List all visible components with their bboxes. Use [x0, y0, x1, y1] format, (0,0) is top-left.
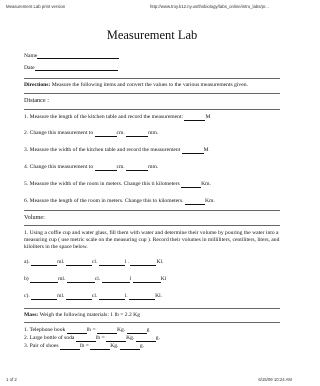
date-blank[interactable] [34, 65, 118, 71]
distance-item-2: 2. Change this measurement to cm. mm. [24, 130, 159, 137]
divider [24, 225, 280, 226]
name-blank[interactable] [37, 53, 120, 59]
answer-blank[interactable] [129, 294, 156, 300]
volume-row-b: b) ml. cl. l Kl [24, 276, 167, 283]
answer-blank[interactable] [94, 165, 117, 171]
distance-item-3: 3. Measure the width of the kitchen tabl… [24, 147, 209, 154]
answer-blank[interactable] [126, 131, 149, 137]
answer-blank[interactable] [90, 344, 111, 350]
answer-blank[interactable] [135, 336, 156, 342]
answer-blank[interactable] [98, 294, 125, 300]
answer-blank[interactable] [66, 328, 87, 334]
name-label: Name [24, 53, 38, 59]
volume-instructions: 1. Using a coffie cup and water glass, f… [24, 230, 280, 250]
divider [24, 78, 280, 79]
answer-blank[interactable] [132, 277, 161, 283]
date-field: Date [24, 65, 280, 71]
directions-label: Directions: [24, 82, 51, 88]
volume-row-c: c). ml. cl. l. Kl. [24, 293, 163, 300]
answer-blank[interactable] [65, 294, 92, 300]
distance-item-6: 6. Measure the length of the room in met… [24, 198, 215, 205]
mass-row-1: 1. Telephone book lb = Kg. g [24, 327, 150, 334]
volume-row-a: a). ml. cl. l . Kl. [24, 259, 164, 266]
distance-heading: Distance : [24, 97, 49, 104]
page-title: Measurement Lab [106, 28, 198, 42]
date-label: Date [24, 65, 35, 71]
directions-paragraph: Directions: Measure the following items … [24, 82, 280, 89]
document-page: Measurement Lab Name Date Directions: Me… [24, 28, 280, 350]
answer-blank[interactable] [31, 260, 58, 266]
name-field: Name [24, 53, 280, 59]
mass-heading: Mass: Weigh the following materials: 1 l… [24, 312, 280, 319]
divider [24, 322, 280, 323]
browser-header-left: Measurement Lab print version [6, 4, 66, 9]
answer-blank[interactable] [106, 336, 127, 342]
footer-timestamp: 6/15/09 10:24 AM [258, 377, 292, 382]
answer-blank[interactable] [31, 294, 58, 300]
answer-blank[interactable] [97, 328, 118, 334]
answer-blank[interactable] [98, 260, 125, 266]
divider [24, 109, 280, 110]
answer-blank[interactable] [181, 182, 202, 188]
mass-label: Mass: [24, 312, 39, 318]
answer-blank[interactable] [30, 277, 59, 283]
distance-item-4: 4. Change this measurement to cm. mm. [24, 164, 159, 171]
answer-blank[interactable] [181, 148, 204, 154]
answer-blank[interactable] [101, 277, 130, 283]
answer-blank[interactable] [130, 260, 157, 266]
mass-row-2: 2. Large bottle of soda lb = Kg. g. [24, 335, 160, 342]
answer-blank[interactable] [75, 336, 96, 342]
divider [24, 210, 280, 211]
answer-blank[interactable] [126, 328, 147, 334]
answer-blank[interactable] [126, 165, 149, 171]
footer-page-number: 1 of 2 [6, 377, 17, 382]
directions-text: Measure the following items and convert … [50, 82, 248, 88]
volume-heading: Volume: [24, 214, 45, 221]
answer-blank[interactable] [184, 199, 205, 205]
answer-blank[interactable] [65, 260, 92, 266]
divider [24, 308, 280, 309]
mass-text: Weigh the following materials: 1 lb = 2.… [38, 312, 141, 318]
distance-item-5: 5. Measure the width of the room in mete… [24, 181, 211, 188]
distance-item-1: 1. Measure the length of the kitchen tab… [24, 114, 211, 121]
divider [24, 93, 280, 94]
answer-blank[interactable] [94, 131, 117, 137]
answer-blank[interactable] [184, 115, 206, 121]
mass-row-3: 3. Pair of shoes lb = Kg. g. [24, 343, 145, 350]
answer-blank[interactable] [59, 344, 80, 350]
browser-header-url: http://www.troy.k12.ny.us/thsbiology/lab… [150, 4, 269, 9]
answer-blank[interactable] [119, 344, 140, 350]
answer-blank[interactable] [66, 277, 95, 283]
